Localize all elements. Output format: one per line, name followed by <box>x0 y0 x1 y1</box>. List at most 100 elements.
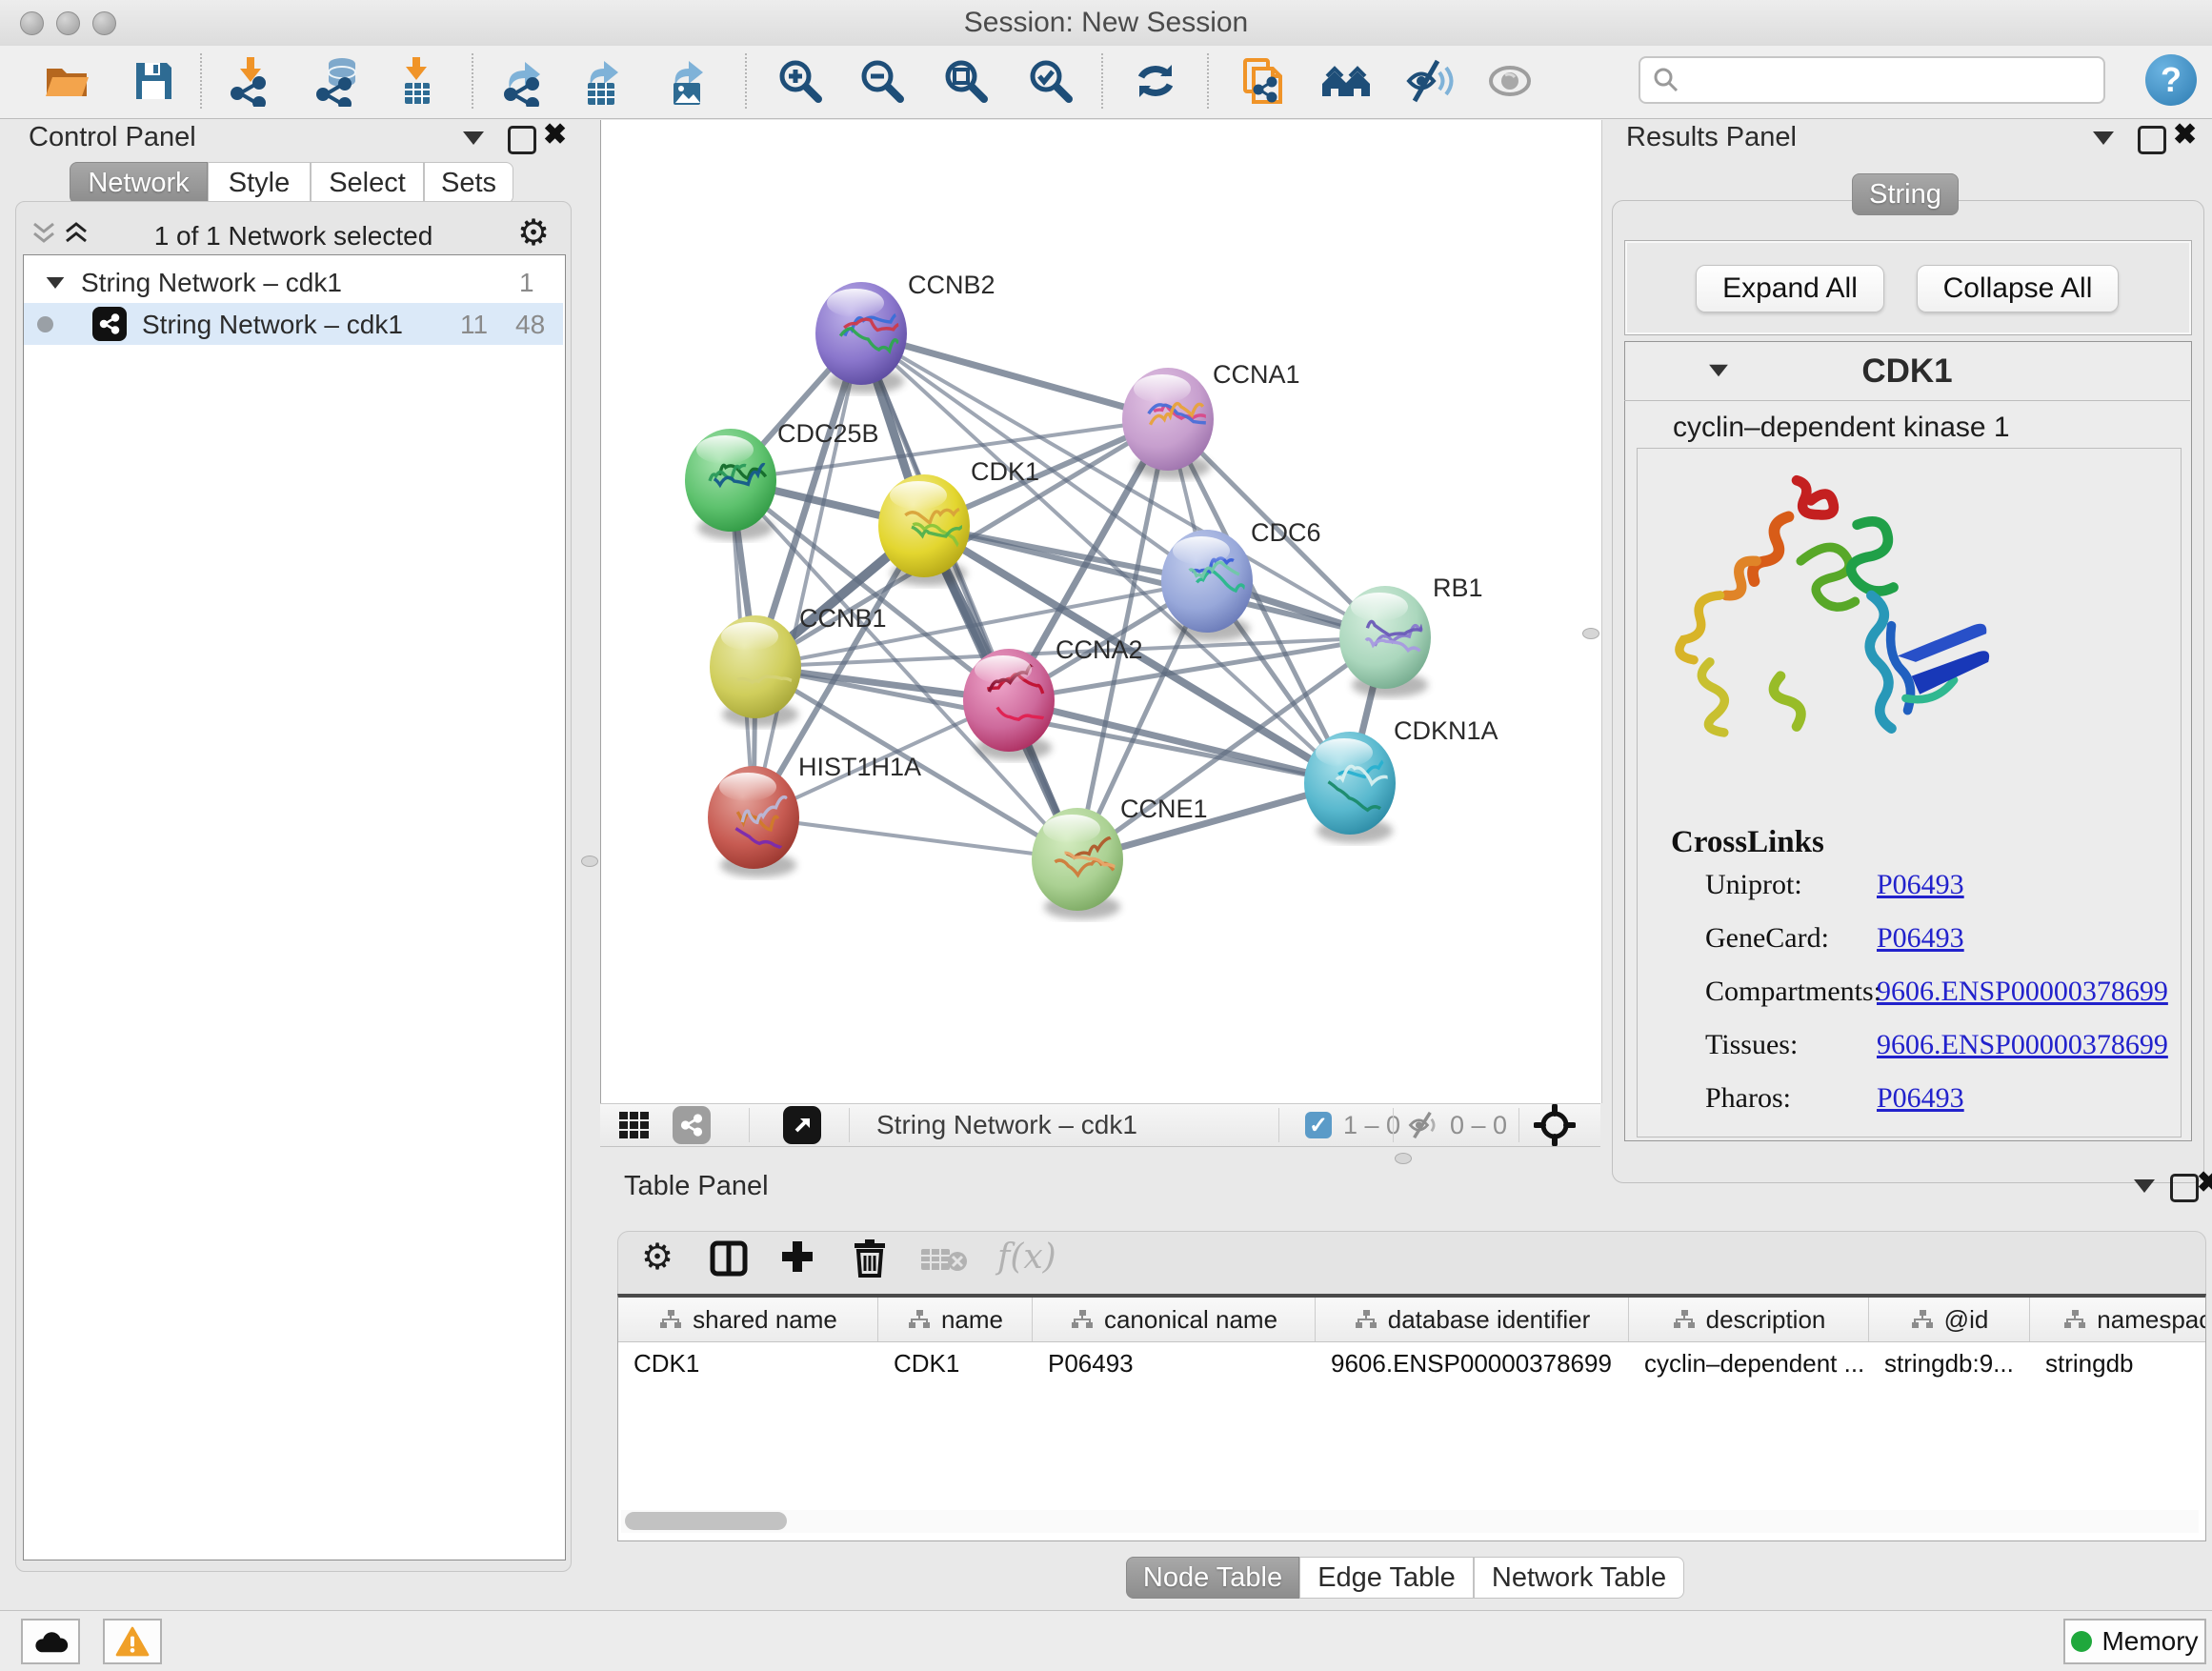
node-CDKN1A[interactable]: CDKN1A <box>1304 716 1498 843</box>
open-folder-icon <box>41 55 92 107</box>
crosslink-value-link[interactable]: P06493 <box>1877 869 1964 901</box>
clone-network-button[interactable] <box>1234 53 1289 109</box>
fit-selected-button[interactable] <box>1534 1104 1576 1146</box>
network-view-toolbar: String Network – cdk1 ✓ 1 – 0 0 – 0 <box>600 1103 1600 1147</box>
node-CDK1[interactable]: CDK1 <box>878 457 1039 586</box>
column-header-namespace[interactable]: namespace <box>2030 1298 2206 1341</box>
zoom-out-button[interactable] <box>855 53 910 109</box>
control-panel-menu-icon[interactable] <box>463 131 484 145</box>
results-panel-float-button[interactable] <box>2138 126 2166 154</box>
tab-style[interactable]: Style <box>208 162 311 204</box>
cloud-status-button[interactable] <box>21 1619 80 1664</box>
collection-expand-icon[interactable] <box>47 277 65 289</box>
tab-sets[interactable]: Sets <box>424 162 513 204</box>
results-panel-close-button[interactable]: ✖ <box>2173 124 2197 147</box>
node-label-HIST1H1A: HIST1H1A <box>798 753 921 781</box>
memory-label: Memory <box>2101 1626 2198 1657</box>
import-network-file-button[interactable] <box>223 53 278 109</box>
collection-label: String Network – cdk1 <box>81 268 342 298</box>
selected-checkbox-icon[interactable]: ✓ <box>1305 1112 1332 1138</box>
table-panel-float-button[interactable] <box>2170 1174 2199 1202</box>
save-icon <box>128 55 179 107</box>
delete-table-button[interactable] <box>919 1245 969 1274</box>
show-graphics-details-button[interactable] <box>1482 53 1538 109</box>
node-HIST1H1A[interactable]: HIST1H1A <box>708 753 921 877</box>
help-button[interactable]: ? <box>2145 54 2197 106</box>
column-header-description[interactable]: description <box>1629 1298 1869 1341</box>
import-network-database-button[interactable] <box>311 53 366 109</box>
column-header-canonical-name[interactable]: canonical name <box>1033 1298 1316 1341</box>
column-header-database-identifier[interactable]: database identifier <box>1316 1298 1629 1341</box>
function-builder-button[interactable]: f(x) <box>997 1238 1056 1277</box>
window-title: Session: New Session <box>0 7 2212 39</box>
tab-network[interactable]: Network <box>70 162 208 204</box>
refresh-button[interactable] <box>1128 53 1183 109</box>
warnings-button[interactable] <box>103 1619 162 1664</box>
open-session-button[interactable] <box>39 53 94 109</box>
create-column-button[interactable] <box>778 1238 816 1276</box>
left-splitter-handle[interactable] <box>581 856 598 867</box>
delete-columns-button[interactable] <box>851 1236 889 1278</box>
crosslink-value-link[interactable]: 9606.ENSP00000378699 <box>1877 1029 2168 1061</box>
table-horizontal-scrollbar[interactable] <box>621 1510 2199 1533</box>
table-row[interactable]: CDK1CDK1P064939606.ENSP00000378699cyclin… <box>618 1342 2205 1384</box>
protein-description: cyclin–dependent kinase 1 <box>1673 412 2010 444</box>
search-input[interactable] <box>1680 64 2065 96</box>
grid-view-button[interactable] <box>617 1108 652 1142</box>
column-header-shared-name[interactable]: shared name <box>618 1298 878 1341</box>
hide-enhanced-labels-button[interactable] <box>1401 53 1457 109</box>
node-RB1[interactable]: RB1 <box>1339 574 1483 697</box>
hidden-toggle-button[interactable] <box>1406 1110 1442 1140</box>
toolbar-divider <box>472 53 473 109</box>
import-table-button[interactable] <box>389 53 444 109</box>
memory-button[interactable]: Memory <box>2063 1619 2206 1664</box>
crosslink-value-link[interactable]: 9606.ENSP00000378699 <box>1877 976 2168 1008</box>
network-graph[interactable]: CCNB2CCNA1CDC25BCDK1CDC6RB1CCNB1CCNA2CDK… <box>601 120 1601 1103</box>
control-panel-float-button[interactable] <box>508 126 536 154</box>
column-header-name[interactable]: name <box>878 1298 1033 1341</box>
string-home-button[interactable] <box>1318 53 1374 109</box>
show-columns-button[interactable] <box>709 1239 749 1278</box>
tab-edge-table[interactable]: Edge Table <box>1299 1557 1474 1599</box>
results-panel-menu-icon[interactable] <box>2093 131 2114 145</box>
crosshair-icon <box>1534 1104 1576 1146</box>
expand-all-button[interactable]: Expand All <box>1696 265 1884 312</box>
zoom-fit-button[interactable] <box>938 53 994 109</box>
table-panel-close-button[interactable]: ✖ <box>2197 1172 2212 1195</box>
tab-string[interactable]: String <box>1852 173 1959 215</box>
external-arrow-icon <box>791 1114 814 1137</box>
control-panel-close-button[interactable]: ✖ <box>543 124 567 147</box>
tab-network-table[interactable]: Network Table <box>1474 1557 1684 1599</box>
export-network-button[interactable] <box>498 53 553 109</box>
network-row-selected[interactable]: String Network – cdk1 11 48 <box>24 303 563 345</box>
table-settings-gear-icon[interactable]: ⚙ <box>641 1239 674 1276</box>
network-collection-row[interactable]: String Network – cdk1 1 <box>24 263 563 303</box>
node-CCNE1[interactable]: CCNE1 <box>1032 795 1208 919</box>
birdseye-view-button[interactable] <box>783 1106 821 1144</box>
save-session-button[interactable] <box>126 53 181 109</box>
table-panel-menu-icon[interactable] <box>2134 1179 2155 1193</box>
crosslink-value-link[interactable]: P06493 <box>1877 922 1964 955</box>
zoom-in-button[interactable] <box>773 53 828 109</box>
right-splitter-handle[interactable] <box>1582 628 1599 639</box>
export-table-button[interactable] <box>575 53 631 109</box>
network-canvas[interactable]: CCNB2CCNA1CDC25BCDK1CDC6RB1CCNB1CCNA2CDK… <box>600 120 1602 1103</box>
bottom-splitter-handle[interactable] <box>1395 1153 1412 1164</box>
export-image-button[interactable] <box>660 53 715 109</box>
status-bar: Memory <box>0 1610 2212 1671</box>
tab-select[interactable]: Select <box>311 162 424 204</box>
zoom-selected-button[interactable] <box>1023 53 1078 109</box>
crosslinks-title: CrossLinks <box>1671 825 1824 860</box>
warning-icon <box>115 1626 150 1657</box>
collapse-all-button[interactable]: Collapse All <box>1917 265 2119 312</box>
node-CDC6[interactable]: CDC6 <box>1161 518 1321 641</box>
string-view-button[interactable] <box>673 1106 711 1144</box>
network-options-gear-icon[interactable]: ⚙ <box>517 215 550 252</box>
scrollbar-thumb[interactable] <box>625 1512 787 1530</box>
tab-node-table[interactable]: Node Table <box>1126 1557 1299 1599</box>
protein-section-header[interactable]: CDK1 <box>1624 341 2190 401</box>
column-header--id[interactable]: @id <box>1869 1298 2030 1341</box>
crosslink-value-link[interactable]: P06493 <box>1877 1082 1964 1115</box>
crosslink-row: GeneCard:P06493 <box>1705 922 2182 955</box>
toolbar-divider <box>745 53 747 109</box>
